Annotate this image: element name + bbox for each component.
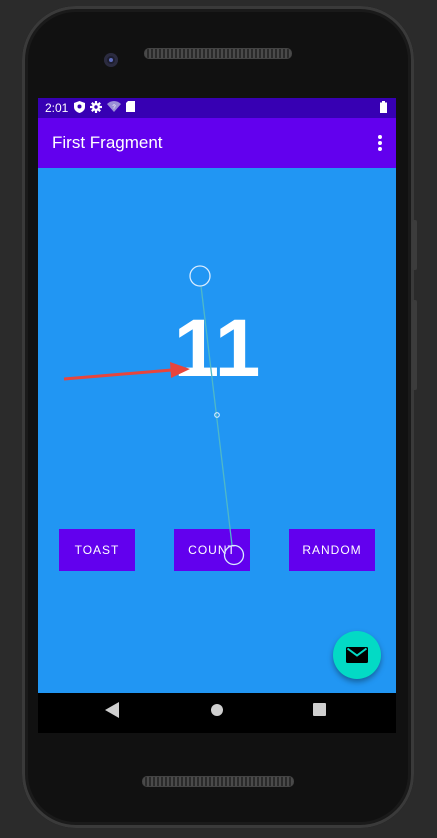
first-fragment-content: 11 TOAST COUNT RANDOM xyxy=(38,168,396,693)
fab-email-button[interactable] xyxy=(333,631,381,679)
nav-bar xyxy=(38,693,396,733)
volume-button xyxy=(412,300,417,390)
device-screen: 2:01 ? First Fragment 11 TOAST COUNT RAN… xyxy=(38,98,396,733)
front-camera xyxy=(104,53,118,67)
gear-icon xyxy=(90,100,103,116)
mail-icon xyxy=(346,647,368,663)
back-icon[interactable] xyxy=(105,702,119,718)
status-time: 2:01 xyxy=(45,101,69,115)
count-text: 11 xyxy=(173,303,261,394)
bottom-speaker xyxy=(142,776,294,787)
page-title: First Fragment xyxy=(52,133,163,152)
recents-icon[interactable] xyxy=(313,703,326,716)
sd-card-icon xyxy=(126,101,136,115)
random-button[interactable]: RANDOM xyxy=(289,529,375,571)
wifi-icon: ? xyxy=(107,101,122,115)
top-speaker xyxy=(144,48,292,59)
toast-button[interactable]: TOAST xyxy=(59,529,135,571)
battery-icon xyxy=(380,100,387,116)
app-bar: First Fragment xyxy=(38,118,396,168)
power-button xyxy=(412,220,417,270)
shield-icon xyxy=(74,100,86,116)
more-vert-icon[interactable] xyxy=(378,135,382,151)
status-bar: 2:01 ? xyxy=(38,98,396,118)
home-icon[interactable] xyxy=(210,703,224,717)
count-button[interactable]: COUNT xyxy=(174,529,250,571)
